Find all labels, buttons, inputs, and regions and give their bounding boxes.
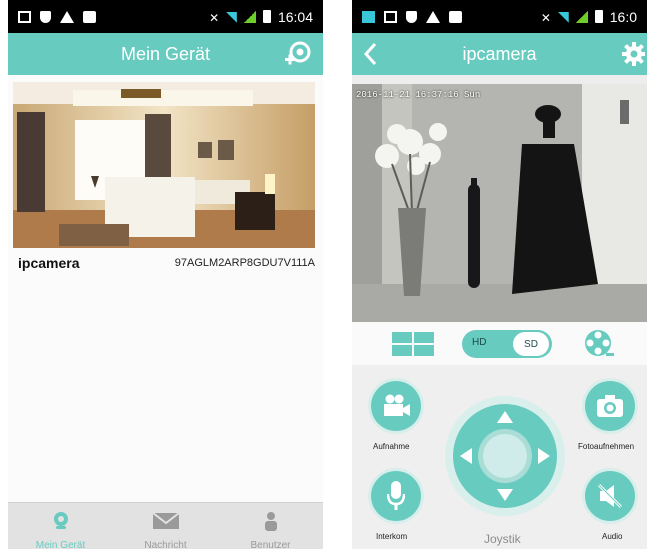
audio-button[interactable]: [585, 471, 635, 521]
bag-icon: [449, 10, 462, 23]
warning-icon: [426, 10, 440, 23]
battery-icon: [262, 10, 271, 23]
warning-icon: [60, 10, 74, 23]
screenshot-icon: [18, 10, 31, 23]
hd-label: HD: [472, 337, 487, 348]
camera-name: ipcamera: [18, 255, 80, 271]
shield-icon: [40, 10, 51, 23]
joystick-pad[interactable]: [444, 395, 566, 517]
audio-label: Audio: [602, 532, 623, 541]
microphone-icon: [386, 481, 406, 516]
camera-uid: 97AGLM2ARP8GDU7V111A: [174, 257, 315, 269]
app-header: Mein Gerät: [8, 33, 323, 75]
page-title: Mein Gerät: [120, 43, 211, 64]
bag-icon: [83, 10, 96, 23]
intercom-label: Interkom: [376, 532, 408, 541]
control-panel: Aufnahme Fotoaufnehmen Joystik Interkom …: [352, 365, 647, 549]
back-arrow-icon[interactable]: [362, 41, 378, 72]
screenshot-icon: [384, 10, 397, 23]
status-time: 16:04: [277, 8, 313, 25]
gear-icon[interactable]: [621, 41, 646, 72]
wifi-icon: ◥: [557, 8, 569, 24]
tab-messages[interactable]: Nachricht: [113, 503, 218, 549]
video-camera-icon: [381, 394, 411, 423]
record-label: Aufnahme: [373, 442, 410, 451]
tab-user[interactable]: Benutzer: [218, 503, 323, 549]
photo-label: Fotoaufnehmen: [578, 442, 635, 451]
photo-button[interactable]: [585, 381, 635, 431]
sd-label: SD: [513, 332, 549, 356]
webcam-icon: [51, 511, 71, 536]
tab-my-device[interactable]: Mein Gerät: [8, 503, 113, 549]
app-header: ipcamera: [352, 33, 647, 75]
speaker-muted-icon: [596, 483, 624, 514]
camera-list-item[interactable]: ipcamera 97AGLM2ARP8GDU7V111A: [18, 255, 315, 271]
signal-icon: [575, 10, 588, 23]
camera-thumbnail[interactable]: [13, 82, 315, 248]
live-video[interactable]: 2016-11-21 16:37:16 Sun: [352, 84, 647, 322]
gallery-icon: [362, 10, 375, 23]
video-timestamp: 2016-11-21 16:37:16 Sun: [356, 90, 481, 100]
bottom-tab-bar: Mein Gerät Nachricht Benutzer: [8, 502, 323, 549]
grid-layout-icon[interactable]: [392, 332, 434, 361]
record-button[interactable]: [371, 381, 421, 431]
mute-icon: ✕: [209, 10, 220, 25]
camera-icon: [596, 394, 624, 423]
film-reel-icon[interactable]: [584, 329, 614, 364]
status-bar: ✕ ◥ 16:0: [352, 0, 647, 33]
tab-label: Benutzer: [250, 540, 291, 549]
status-bar: ✕ ◥ 16:04: [8, 0, 323, 33]
status-time: 16:0: [609, 8, 637, 25]
person-icon: [263, 511, 279, 536]
intercom-button[interactable]: [371, 471, 421, 521]
joystick-label: Joystik: [484, 532, 521, 546]
battery-icon: [594, 10, 603, 23]
camera-live-screen: ✕ ◥ 16:0 ipcamera 2016-11-21 16:37:16 Su…: [352, 0, 647, 549]
tab-label: Nachricht: [144, 540, 187, 549]
mute-icon: ✕: [540, 10, 551, 25]
video-toolbar: HD SD: [352, 322, 647, 365]
page-title: ipcamera: [462, 43, 537, 64]
wifi-icon: ◥: [226, 8, 237, 24]
quality-toggle[interactable]: HD SD: [462, 330, 552, 358]
shield-icon: [406, 10, 417, 23]
camera-add-icon[interactable]: [283, 40, 313, 73]
tab-label: Mein Gerät: [35, 540, 86, 549]
device-list-screen: ✕ ◥ 16:04 Mein Gerät ipcamera 97AGLM2ARP…: [8, 0, 323, 549]
envelope-icon: [151, 511, 180, 536]
signal-icon: [243, 10, 256, 23]
